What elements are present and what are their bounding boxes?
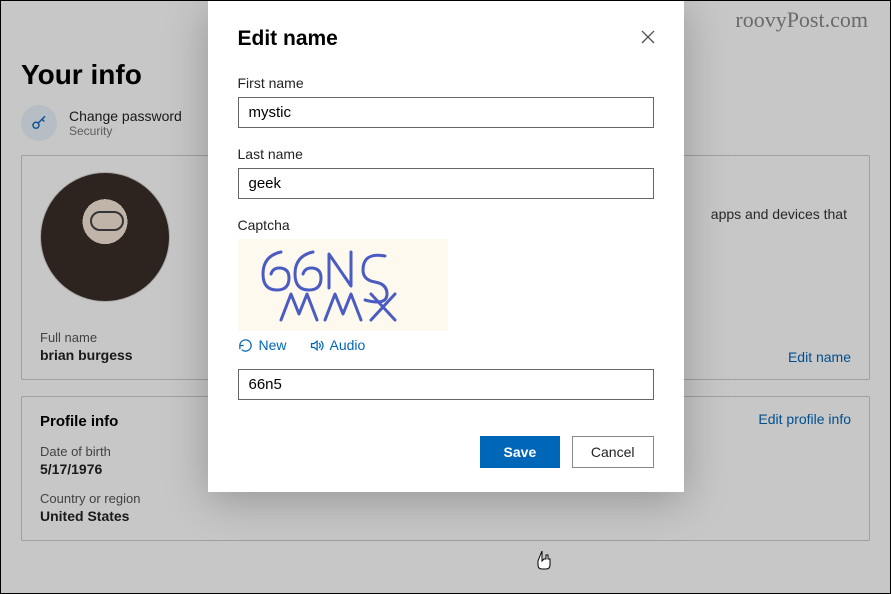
first-name-input[interactable] <box>238 97 654 128</box>
first-name-label: First name <box>238 75 654 91</box>
captcha-new-label: New <box>259 337 287 353</box>
modal-title: Edit name <box>238 27 654 51</box>
captcha-input[interactable] <box>238 369 654 400</box>
close-button[interactable] <box>640 29 656 45</box>
captcha-new-link[interactable]: New <box>238 337 287 353</box>
cancel-button[interactable]: Cancel <box>572 436 654 468</box>
edit-name-modal: Edit name First name Last name Captcha <box>208 1 684 492</box>
last-name-label: Last name <box>238 146 654 162</box>
captcha-audio-link[interactable]: Audio <box>309 337 366 353</box>
last-name-input[interactable] <box>238 168 654 199</box>
captcha-image <box>238 239 448 331</box>
modal-overlay: Edit name First name Last name Captcha <box>1 1 890 593</box>
save-button[interactable]: Save <box>480 436 560 468</box>
refresh-icon <box>238 338 253 353</box>
captcha-label: Captcha <box>238 217 654 233</box>
captcha-audio-label: Audio <box>330 337 366 353</box>
audio-icon <box>309 338 324 353</box>
